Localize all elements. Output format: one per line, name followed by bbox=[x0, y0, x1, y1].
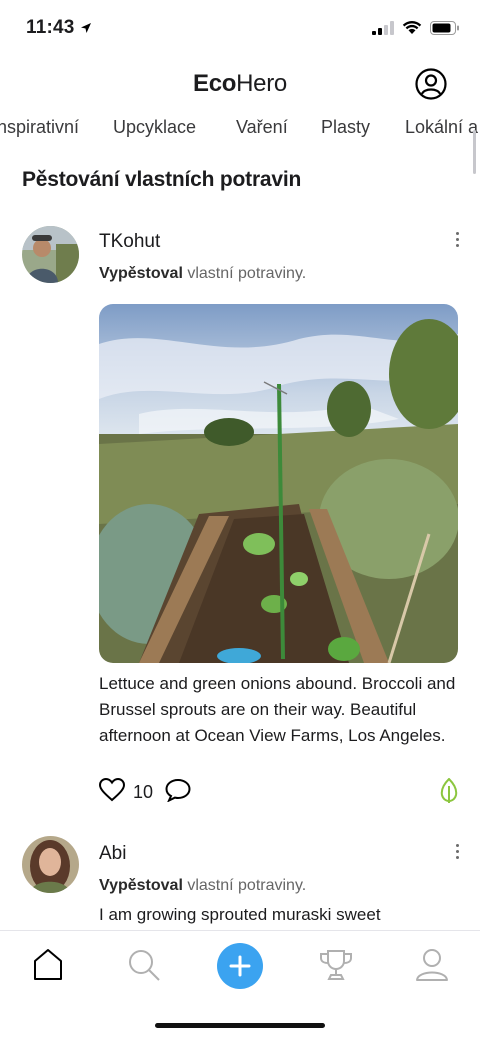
post-action: Vypěstoval vlastní potraviny. bbox=[99, 877, 306, 895]
more-vertical-icon[interactable] bbox=[456, 232, 460, 247]
post-action: Vypěstoval vlastní potraviny. bbox=[99, 265, 306, 283]
location-arrow-icon bbox=[80, 21, 92, 39]
user-icon bbox=[416, 949, 448, 981]
home-icon bbox=[34, 949, 62, 980]
avatar[interactable] bbox=[22, 836, 79, 893]
home-indicator bbox=[155, 1023, 325, 1028]
plus-icon bbox=[229, 955, 251, 977]
status-indicators bbox=[372, 20, 460, 40]
post-caption: Lettuce and green onions abound. Broccol… bbox=[99, 674, 456, 745]
post-caption: I am growing sprouted muraski sweet bbox=[99, 905, 381, 924]
status-bar: 11:43 bbox=[0, 0, 480, 60]
signal-icon bbox=[372, 20, 394, 40]
heart-icon[interactable] bbox=[98, 777, 126, 807]
post-action-rest: vlastní potraviny. bbox=[182, 877, 307, 894]
app-title-bold: Eco bbox=[193, 70, 237, 97]
post-image[interactable] bbox=[99, 304, 458, 663]
post-author[interactable]: TKohut bbox=[99, 231, 160, 253]
nav-profile[interactable] bbox=[412, 945, 452, 985]
app-title-light: Hero bbox=[236, 70, 287, 97]
nav-leaderboard[interactable] bbox=[316, 945, 356, 985]
search-icon bbox=[129, 950, 160, 981]
bottom-nav bbox=[0, 930, 480, 1039]
nav-search[interactable] bbox=[124, 945, 164, 985]
app-header: EcoHero bbox=[0, 64, 480, 108]
like-count: 10 bbox=[133, 782, 154, 802]
post-action-verb: Vypěstoval bbox=[99, 265, 183, 282]
post-reactions: 10 bbox=[98, 777, 191, 807]
wifi-icon bbox=[402, 20, 422, 40]
comment-icon[interactable] bbox=[165, 778, 191, 807]
scroll-indicator[interactable] bbox=[473, 130, 476, 174]
profile-circle-icon bbox=[415, 68, 447, 100]
avatar[interactable] bbox=[22, 226, 79, 283]
post-action-rest: vlastní potraviny. bbox=[182, 265, 307, 282]
post-author[interactable]: Abi bbox=[99, 843, 126, 865]
tab-vareni[interactable]: Vaření bbox=[236, 117, 288, 138]
nav-home[interactable] bbox=[28, 945, 68, 985]
section-title: Pěstování vlastních potravin bbox=[22, 168, 302, 191]
tab-lokalni[interactable]: Lokální a bbox=[405, 117, 478, 138]
tab-upcyklace[interactable]: Upcyklace bbox=[113, 117, 196, 138]
status-time: 11:43 bbox=[26, 17, 75, 38]
app-title: EcoHero bbox=[0, 70, 480, 98]
more-vertical-icon[interactable] bbox=[456, 844, 460, 859]
trophy-icon bbox=[320, 950, 352, 980]
add-post-button[interactable] bbox=[217, 943, 263, 989]
leaf-icon[interactable] bbox=[440, 777, 458, 809]
battery-icon bbox=[430, 20, 460, 40]
tab-plasty[interactable]: Plasty bbox=[321, 117, 370, 138]
profile-button[interactable] bbox=[415, 68, 447, 100]
post-action-verb: Vypěstoval bbox=[99, 877, 183, 894]
category-tabs: Inspirativní Upcyklace Vaření Plasty Lok… bbox=[0, 110, 480, 146]
tab-inspirativni[interactable]: Inspirativní bbox=[0, 117, 79, 138]
